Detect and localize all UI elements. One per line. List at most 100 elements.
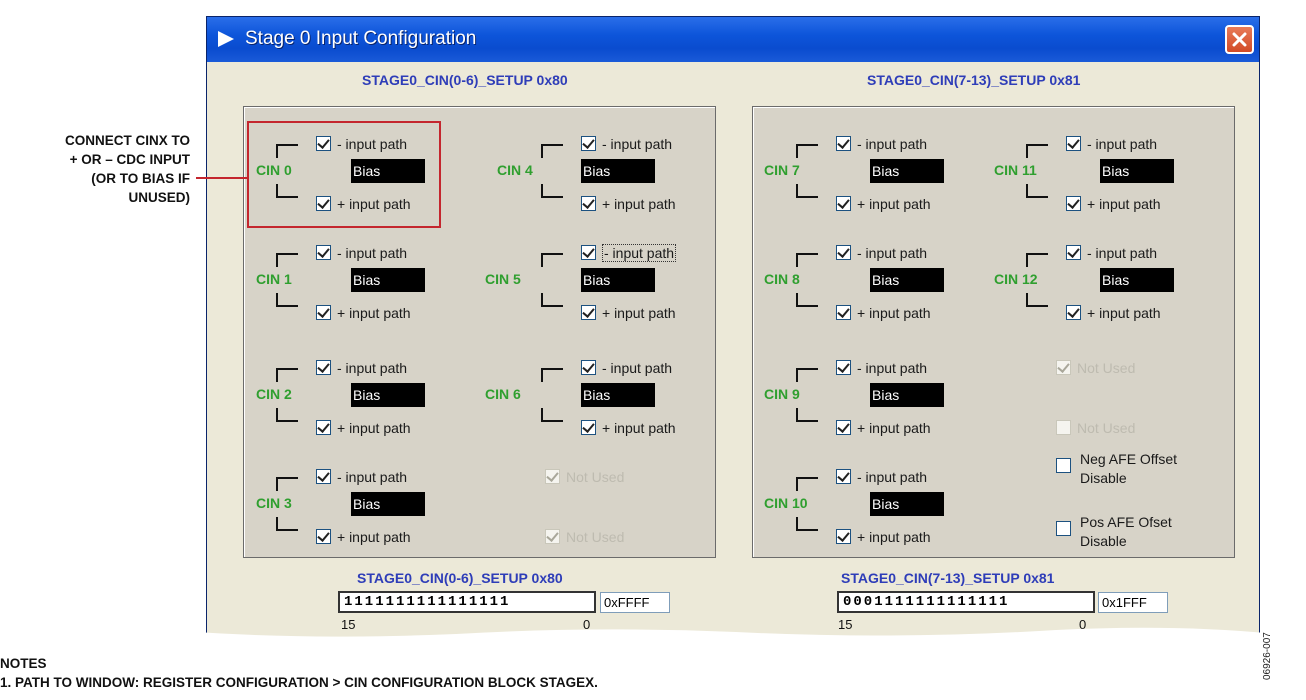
pos-input-path-checkbox[interactable]: + input path xyxy=(581,196,676,216)
cin-label: CIN 7 xyxy=(764,162,800,178)
checkbox-checked[interactable] xyxy=(316,360,331,375)
not-used-checkbox[interactable]: Not Used xyxy=(545,469,624,489)
cin-block-12: CIN 12 - input path Bias + input path xyxy=(994,241,1224,321)
checkbox-checked[interactable] xyxy=(836,529,851,544)
cin-label: CIN 4 xyxy=(497,162,533,178)
bias-field[interactable]: Bias xyxy=(870,492,944,516)
neg-input-path-checkbox[interactable]: - input path xyxy=(1066,136,1157,156)
callout-line-3: (OR TO BIAS IF xyxy=(91,171,190,186)
close-button[interactable] xyxy=(1225,25,1254,54)
neg-input-path-checkbox[interactable]: - input path xyxy=(316,360,407,380)
checkbox-checked[interactable] xyxy=(836,360,851,375)
checkbox-unchecked[interactable] xyxy=(1056,458,1071,473)
neg-input-path-checkbox[interactable]: - input path xyxy=(836,245,927,265)
checkbox-checked[interactable] xyxy=(1066,196,1081,211)
cin-block-2: CIN 2 - input path Bias + input path xyxy=(256,356,486,436)
checkbox-checked[interactable] xyxy=(581,136,596,151)
register-title-0x80: STAGE0_CIN(0-6)_SETUP 0x80 xyxy=(357,570,563,586)
neg-input-path-checkbox[interactable]: - input path xyxy=(581,136,672,156)
pos-input-path-checkbox[interactable]: + input path xyxy=(836,420,931,440)
checkbox-checked[interactable] xyxy=(316,305,331,320)
checkbox-checked[interactable] xyxy=(316,420,331,435)
pos-input-path-checkbox[interactable]: + input path xyxy=(836,305,931,325)
callout-leader-line xyxy=(196,177,248,179)
right-section-title: STAGE0_CIN(7-13)_SETUP 0x81 xyxy=(867,72,1081,88)
checkbox-checked[interactable] xyxy=(836,469,851,484)
cin-block-6: CIN 6 - input path Bias + input path xyxy=(485,356,715,436)
bias-field[interactable]: Bias xyxy=(870,159,944,183)
checkbox-checked[interactable] xyxy=(316,245,331,260)
cin-block-9: CIN 9 - input path Bias + input path xyxy=(764,356,994,436)
cin-label: CIN 5 xyxy=(485,271,521,287)
register-hex-0x81[interactable]: 0x1FFF xyxy=(1098,592,1168,613)
checkbox-unchecked[interactable] xyxy=(1056,521,1071,536)
checkbox-checked[interactable] xyxy=(836,420,851,435)
neg-input-path-checkbox[interactable]: - input path xyxy=(836,136,927,156)
window-title: Stage 0 Input Configuration xyxy=(245,28,477,49)
bias-field[interactable]: Bias xyxy=(351,492,425,516)
neg-input-path-checkbox[interactable]: - input path xyxy=(581,360,672,380)
pos-input-path-checkbox[interactable]: + input path xyxy=(1066,305,1161,325)
pos-input-path-checkbox[interactable]: + input path xyxy=(316,529,411,549)
checkbox-disabled[interactable] xyxy=(545,469,560,484)
checkbox-checked[interactable] xyxy=(581,245,596,260)
close-icon xyxy=(1232,32,1247,47)
bias-field[interactable]: Bias xyxy=(1100,268,1174,292)
pos-input-path-checkbox[interactable]: + input path xyxy=(836,196,931,216)
neg-input-path-checkbox[interactable]: - input path xyxy=(1066,245,1157,265)
checkbox-checked[interactable] xyxy=(836,305,851,320)
neg-input-path-checkbox[interactable]: - input path xyxy=(836,360,927,380)
title-bar[interactable]: Stage 0 Input Configuration xyxy=(207,17,1259,62)
bias-field[interactable]: Bias xyxy=(351,383,425,407)
cin-block-8: CIN 8 - input path Bias + input path xyxy=(764,241,994,321)
neg-input-path-checkbox[interactable]: - input path xyxy=(581,244,677,265)
notes-heading: NOTES xyxy=(0,656,47,671)
checkbox-checked[interactable] xyxy=(836,136,851,151)
checkbox-checked[interactable] xyxy=(581,420,596,435)
checkbox-checked[interactable] xyxy=(836,245,851,260)
checkbox-checked[interactable] xyxy=(1066,245,1081,260)
cin-block-1: CIN 1 - input path Bias + input path xyxy=(256,241,486,321)
checkbox-checked[interactable] xyxy=(1066,136,1081,151)
cin-label: CIN 9 xyxy=(764,386,800,402)
bias-field[interactable]: Bias xyxy=(581,383,655,407)
not-used-checkbox[interactable]: Not Used xyxy=(545,529,624,549)
pos-input-path-checkbox[interactable]: + input path xyxy=(1066,196,1161,216)
pos-input-path-checkbox[interactable]: + input path xyxy=(581,305,676,325)
checkbox-checked[interactable] xyxy=(581,360,596,375)
not-used-checkbox[interactable]: Not Used xyxy=(1056,420,1135,440)
checkbox-checked[interactable] xyxy=(836,196,851,211)
bias-field[interactable]: Bias xyxy=(581,159,655,183)
pos-input-path-checkbox[interactable]: + input path xyxy=(836,529,931,549)
checkbox-disabled[interactable] xyxy=(545,529,560,544)
checkbox-checked[interactable] xyxy=(581,305,596,320)
neg-input-path-checkbox[interactable]: - input path xyxy=(316,245,407,265)
register-bits-0x80[interactable]: 1111111111111111 xyxy=(338,591,596,613)
neg-input-path-checkbox[interactable]: - input path xyxy=(316,469,407,489)
checkbox-disabled[interactable] xyxy=(1056,360,1071,375)
cin-label: CIN 2 xyxy=(256,386,292,402)
bias-field[interactable]: Bias xyxy=(870,383,944,407)
right-cin-group: CIN 7 - input path Bias + input path CIN… xyxy=(752,106,1235,558)
checkbox-checked[interactable] xyxy=(316,469,331,484)
register-bits-0x81[interactable]: 0001111111111111 xyxy=(837,591,1095,613)
neg-afe-offset-disable-checkbox[interactable]: Neg AFE Offset Disable xyxy=(1056,450,1226,490)
not-used-checkbox[interactable]: Not Used xyxy=(1056,360,1135,380)
figure-id: 06926-007 xyxy=(1262,632,1273,680)
pos-input-path-checkbox[interactable]: + input path xyxy=(316,420,411,440)
cin-label: CIN 6 xyxy=(485,386,521,402)
bias-field[interactable]: Bias xyxy=(1100,159,1174,183)
pos-afe-offset-disable-checkbox[interactable]: Pos AFE Ofset Disable xyxy=(1056,513,1226,553)
neg-input-path-checkbox[interactable]: - input path xyxy=(836,469,927,489)
pos-input-path-checkbox[interactable]: + input path xyxy=(316,305,411,325)
checkbox-checked[interactable] xyxy=(316,529,331,544)
checkbox-checked[interactable] xyxy=(1066,305,1081,320)
pos-input-path-checkbox[interactable]: + input path xyxy=(581,420,676,440)
bias-field[interactable]: Bias xyxy=(581,268,655,292)
register-hex-0x80[interactable]: 0xFFFF xyxy=(600,592,670,613)
checkbox-disabled[interactable] xyxy=(1056,420,1071,435)
checkbox-checked[interactable] xyxy=(581,196,596,211)
bias-field[interactable]: Bias xyxy=(351,268,425,292)
cin-block-7: CIN 7 - input path Bias + input path xyxy=(764,132,994,212)
bias-field[interactable]: Bias xyxy=(870,268,944,292)
